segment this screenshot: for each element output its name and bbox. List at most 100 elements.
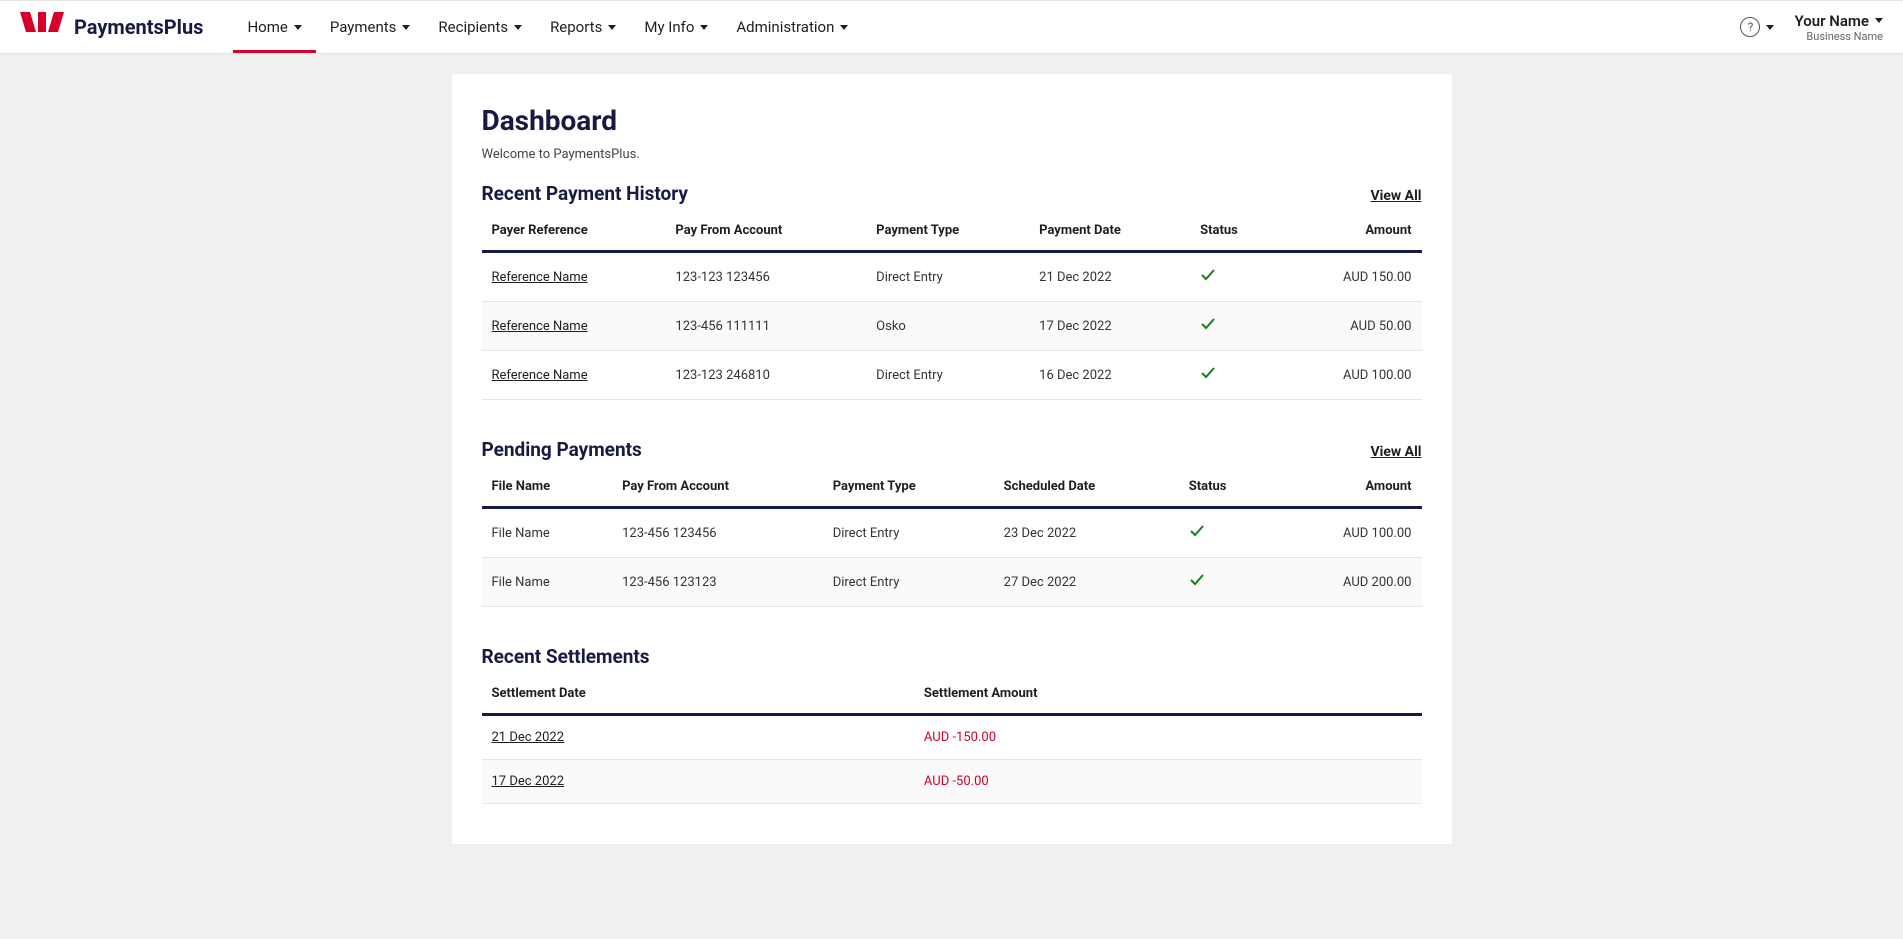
cell-type: Direct Entry: [823, 508, 994, 558]
caret-down-icon: [840, 25, 848, 30]
history-col-type: Payment Type: [866, 211, 1029, 252]
user-menu[interactable]: Your Name Business Name: [1794, 12, 1883, 43]
nav-home-label: Home: [247, 18, 287, 36]
cell-acct: 123-456 111111: [665, 302, 866, 351]
cell-amount: AUD 150.00: [1281, 252, 1421, 302]
main-nav: Home Payments Recipients Reports My Info…: [233, 1, 862, 53]
cell-status: [1179, 558, 1275, 607]
brand-name: PaymentsPlus: [74, 15, 203, 39]
pending-col-file: File Name: [482, 467, 613, 508]
history-col-ref: Payer Reference: [482, 211, 666, 252]
logo-wrap: PaymentsPlus: [20, 12, 203, 42]
check-icon: [1200, 365, 1216, 385]
cell-type: Osko: [866, 302, 1029, 351]
cell-amount: AUD 50.00: [1281, 302, 1421, 351]
cell-date: 16 Dec 2022: [1029, 351, 1190, 400]
caret-down-icon: [402, 25, 410, 30]
cell-type: Direct Entry: [823, 558, 994, 607]
table-row: Reference Name 123-123 246810 Direct Ent…: [482, 351, 1422, 400]
nav-admin[interactable]: Administration: [722, 1, 862, 53]
pending-section-head: Pending Payments View All: [482, 438, 1422, 461]
payer-reference-link[interactable]: Reference Name: [492, 270, 588, 285]
check-icon: [1189, 523, 1205, 543]
cell-status: [1190, 302, 1281, 351]
cell-date: 27 Dec 2022: [994, 558, 1179, 607]
caret-down-icon: [700, 25, 708, 30]
caret-down-icon: [1766, 25, 1774, 30]
cell-amount: AUD 100.00: [1281, 351, 1421, 400]
help-button[interactable]: ?: [1740, 17, 1774, 37]
cell-date: 23 Dec 2022: [994, 508, 1179, 558]
nav-home[interactable]: Home: [233, 1, 315, 53]
table-row: Reference Name 123-123 123456 Direct Ent…: [482, 252, 1422, 302]
table-row: 17 Dec 2022 AUD -50.00: [482, 760, 1422, 804]
caret-down-icon: [294, 25, 302, 30]
caret-down-icon: [514, 25, 522, 30]
pending-table: File Name Pay From Account Payment Type …: [482, 467, 1422, 607]
westpac-logo-icon: [20, 12, 64, 42]
check-icon: [1189, 572, 1205, 592]
caret-down-icon: [1875, 18, 1883, 23]
table-row: File Name 123-456 123456 Direct Entry 23…: [482, 508, 1422, 558]
cell-status: [1190, 252, 1281, 302]
nav-admin-label: Administration: [736, 18, 834, 36]
check-icon: [1200, 316, 1216, 336]
history-section-head: Recent Payment History View All: [482, 182, 1422, 205]
settlements-col-date: Settlement Date: [482, 674, 914, 715]
settlements-section-head: Recent Settlements: [482, 645, 1422, 668]
pending-title: Pending Payments: [482, 438, 642, 461]
help-icon: ?: [1740, 17, 1760, 37]
caret-down-icon: [608, 25, 616, 30]
cell-type: Direct Entry: [866, 351, 1029, 400]
pending-col-amount: Amount: [1275, 467, 1422, 508]
pending-view-all-link[interactable]: View All: [1371, 444, 1422, 460]
settlement-date-link[interactable]: 21 Dec 2022: [492, 730, 565, 745]
history-view-all-link[interactable]: View All: [1371, 188, 1422, 204]
history-col-amount: Amount: [1281, 211, 1421, 252]
table-row: Reference Name 123-456 111111 Osko 17 De…: [482, 302, 1422, 351]
cell-date: 21 Dec 2022: [1029, 252, 1190, 302]
settlements-title: Recent Settlements: [482, 645, 650, 668]
cell-settlement-amount: AUD -150.00: [914, 715, 1422, 760]
page-title: Dashboard: [482, 104, 1422, 137]
table-row: File Name 123-456 123123 Direct Entry 27…: [482, 558, 1422, 607]
topbar: PaymentsPlus Home Payments Recipients Re…: [0, 0, 1903, 54]
nav-recipients[interactable]: Recipients: [424, 1, 536, 53]
cell-type: Direct Entry: [866, 252, 1029, 302]
history-col-status: Status: [1190, 211, 1281, 252]
pending-col-date: Scheduled Date: [994, 467, 1179, 508]
cell-status: [1179, 508, 1275, 558]
nav-payments[interactable]: Payments: [316, 1, 425, 53]
cell-acct: 123-123 246810: [665, 351, 866, 400]
nav-myinfo[interactable]: My Info: [630, 1, 722, 53]
nav-myinfo-label: My Info: [644, 18, 694, 36]
cell-file: File Name: [482, 558, 613, 607]
cell-file: File Name: [482, 508, 613, 558]
cell-amount: AUD 200.00: [1275, 558, 1422, 607]
top-right: ? Your Name Business Name: [1740, 12, 1883, 43]
pending-col-status: Status: [1179, 467, 1275, 508]
table-row: 21 Dec 2022 AUD -150.00: [482, 715, 1422, 760]
business-name-label: Business Name: [1794, 30, 1883, 43]
cell-acct: 123-123 123456: [665, 252, 866, 302]
nav-recipients-label: Recipients: [438, 18, 508, 36]
nav-payments-label: Payments: [330, 18, 397, 36]
welcome-text: Welcome to PaymentsPlus.: [482, 147, 1422, 162]
nav-reports[interactable]: Reports: [536, 1, 630, 53]
user-name-label: Your Name: [1794, 12, 1869, 30]
cell-status: [1190, 351, 1281, 400]
cell-settlement-amount: AUD -50.00: [914, 760, 1422, 804]
main-card: Dashboard Welcome to PaymentsPlus. Recen…: [452, 74, 1452, 844]
nav-reports-label: Reports: [550, 18, 602, 36]
payer-reference-link[interactable]: Reference Name: [492, 319, 588, 334]
cell-date: 17 Dec 2022: [1029, 302, 1190, 351]
pending-col-acct: Pay From Account: [612, 467, 823, 508]
cell-acct: 123-456 123456: [612, 508, 823, 558]
cell-amount: AUD 100.00: [1275, 508, 1422, 558]
history-title: Recent Payment History: [482, 182, 688, 205]
payer-reference-link[interactable]: Reference Name: [492, 368, 588, 383]
history-table: Payer Reference Pay From Account Payment…: [482, 211, 1422, 400]
settlements-table: Settlement Date Settlement Amount 21 Dec…: [482, 674, 1422, 804]
cell-acct: 123-456 123123: [612, 558, 823, 607]
settlement-date-link[interactable]: 17 Dec 2022: [492, 774, 565, 789]
